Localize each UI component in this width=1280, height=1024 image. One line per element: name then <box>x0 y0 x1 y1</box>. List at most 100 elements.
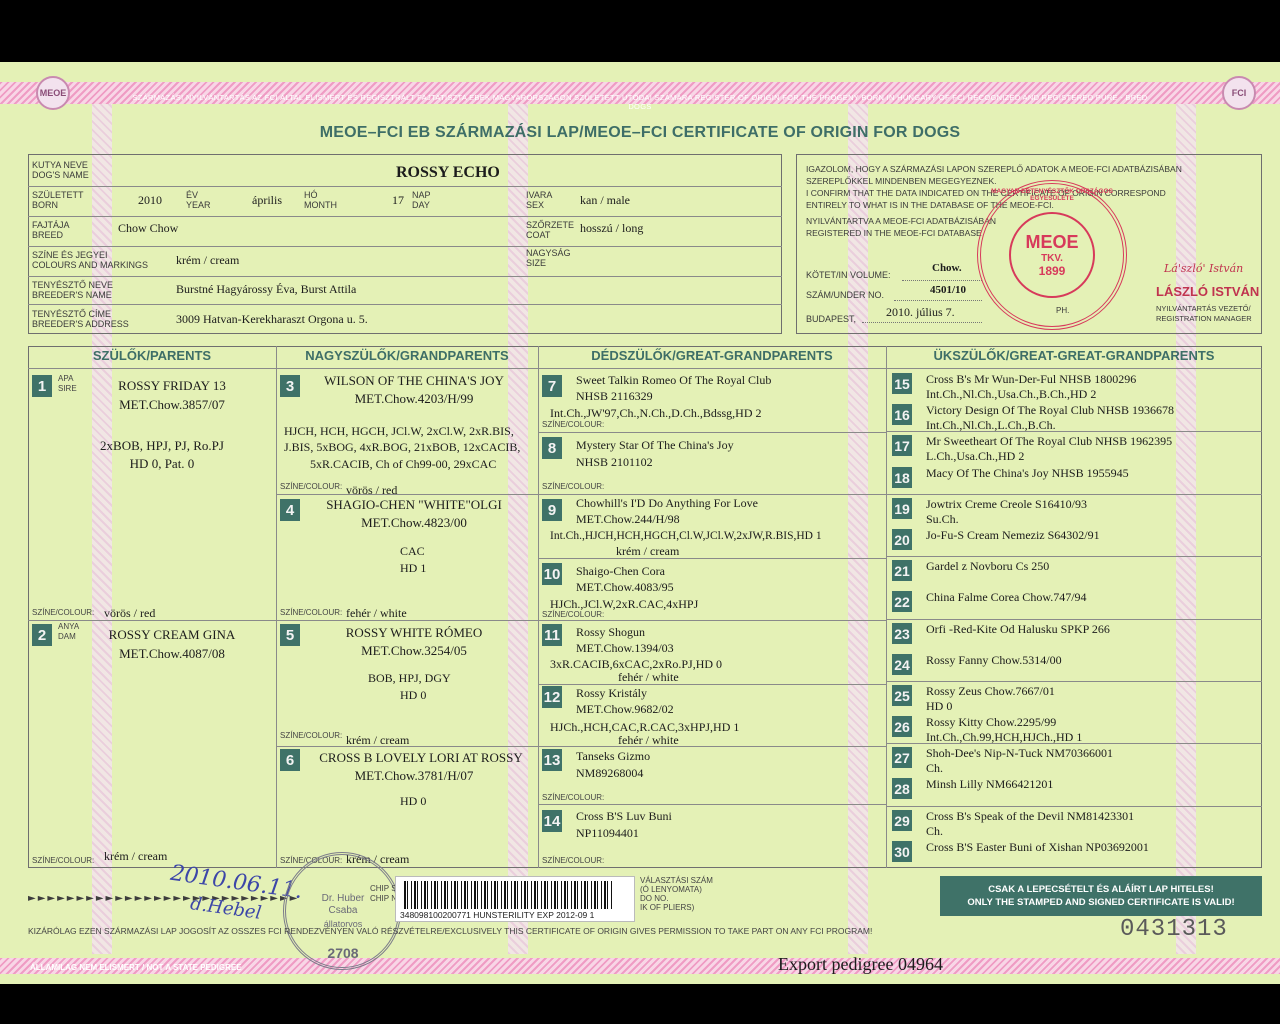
day-label: NAP DAY <box>412 190 431 210</box>
pedigree-number: 6 <box>280 749 300 771</box>
pedigree-number: 18 <box>892 467 912 488</box>
grandparent-colour: vörös / red <box>346 483 398 497</box>
pedigree-number: 1 <box>32 375 52 397</box>
great-great-grandparent-name: Minsh Lilly NM66421201 <box>926 777 1054 791</box>
grandparents-header: NAGYSZÜLŐK/GRANDPARENTS <box>305 348 509 363</box>
vet-name: Dr. Huber Csaba <box>321 893 365 916</box>
grandparent-titles: BOB, HPJ, DGY <box>368 671 451 685</box>
great-great-grandparent-name: Cross B's Speak of the Devil NM81423301 <box>926 809 1135 823</box>
pedigree-number: 20 <box>892 529 912 550</box>
dog-name: ROSSY ECHO <box>396 164 500 181</box>
size-label: NAGYSÁG SIZE <box>526 248 571 268</box>
great-great-grandparents-header: ÜKSZÜLŐK/GREAT-GREAT-GRANDPARENTS <box>933 348 1215 363</box>
registration-number: 4501/10 <box>930 284 967 296</box>
great-grandparent-registration: NHSB 2101102 <box>576 455 653 469</box>
great-grandparent-registration: MET.Chow.244/H/98 <box>576 512 680 526</box>
pedigree-number: 16 <box>892 404 912 425</box>
breeder-address: 3009 Hatvan-Kerekharaszt Orgona u. 5. <box>176 312 368 326</box>
row-divider <box>886 681 1262 682</box>
dam-colour: krém / cream <box>104 849 168 863</box>
great-grandparent-name: Rossy Shogun <box>576 625 646 639</box>
great-great-grandparent-titles: Ch. <box>926 824 944 838</box>
volume-value: Chow. <box>932 262 962 274</box>
great-grandparent-registration: MET.Chow.4083/95 <box>576 580 674 594</box>
name-label: KUTYA NEVE DOG'S NAME <box>32 160 89 180</box>
great-grandparent-registration: NM89268004 <box>576 766 644 780</box>
great-great-grandparent-name: Jowtrix Creme Creole S16410/93 <box>926 497 1087 511</box>
dog-colour: krém / cream <box>176 253 240 267</box>
great-great-grandparent-name: Orfi -Red-Kite Od Halusku SPKP 266 <box>926 622 1110 636</box>
fci-seal-icon: FCI <box>1222 76 1256 110</box>
colour-label: SZÍNE/COLOUR: <box>542 856 605 865</box>
colour-label: SZÍNE/COLOUR: <box>280 608 343 617</box>
pedigree-number: 21 <box>892 560 912 581</box>
born-label: SZÜLETETT BORN <box>32 190 84 210</box>
birth-day: 17 <box>392 193 404 207</box>
pedigree-number: 4 <box>280 499 300 521</box>
colour-label: SZÍNE/COLOUR: <box>542 793 605 802</box>
sire-registration: MET.Chow.3857/07 <box>119 397 225 412</box>
great-grandparent-name: Shaigo-Chen Cora <box>576 564 665 578</box>
colour-label: SZÍNE/COLOUR: <box>280 731 343 740</box>
state-notice: ÁLLAMILAG NEM ELISMERT / NOT A STATE PED… <box>30 963 242 972</box>
great-grandparent-titles: Int.Ch.,HJCH,HCH,HGCH,Cl.W,JCl.W,2xJW,R.… <box>550 530 822 542</box>
great-great-grandparent-name: Victory Design Of The Royal Club NHSB 19… <box>926 403 1175 417</box>
great-grandparent-name: Cross B'S Luv Buni <box>576 809 672 823</box>
pedigree-number: 27 <box>892 747 912 768</box>
dog-coat: hosszú / long <box>580 221 644 235</box>
great-great-grandparent-name: Rossy Kitty Chow.2295/99 <box>926 715 1057 729</box>
sire-titles: 2xBOB, HPJ, PJ, Ro.PJ <box>100 438 224 453</box>
pedigree-number: 11 <box>542 624 562 646</box>
pedigree-number: 8 <box>542 437 562 459</box>
pedigree-number: 13 <box>542 749 562 771</box>
great-grandparent-colour: fehér / white <box>618 733 679 747</box>
meoe-seal-text: MEOE <box>39 88 67 98</box>
great-grandparents-header: DÉDSZÜLŐK/GREAT-GRANDPARENTS <box>591 348 833 363</box>
signer-name: LÁSZLÓ ISTVÁN <box>1156 284 1260 299</box>
row-divider <box>886 431 1262 432</box>
chip-barcode: 348098100200771 HUNSTERILITY EXP 2012-09… <box>395 876 635 922</box>
register-band-text: SZÁRMAZÁSI NYILVÁNTARTÁS AZ FCI ÁLTAL EL… <box>132 93 1148 111</box>
great-grandparent-name: Chowhill's I'D Do Anything For Love <box>576 496 758 510</box>
pedigree-number: 29 <box>892 810 912 831</box>
dog-sex: kan / male <box>580 193 630 207</box>
great-grandparent-colour: krém / cream <box>616 544 680 558</box>
sire-health: HD 0, Pat. 0 <box>129 456 195 471</box>
pedigree-number: 15 <box>892 373 912 394</box>
great-grandparent-name: Rossy Kristály <box>576 686 648 700</box>
pedigree-number: 22 <box>892 591 912 612</box>
volume-label: KÖTET/IN VOLUME: <box>806 270 891 280</box>
grandparent-name: CROSS B LOVELY LORI AT ROSSY <box>319 750 523 765</box>
stamp-tkv: TKV. <box>1041 253 1063 264</box>
pedigree-number: 10 <box>542 563 562 585</box>
pedigree-number: 12 <box>542 686 562 708</box>
city-label: BUDAPEST, <box>806 314 857 324</box>
great-grandparent-name: Mystery Star Of The China's Joy <box>576 438 734 452</box>
pedigree-number: 28 <box>892 778 912 799</box>
great-grandparent-titles: Int.Ch.,JW'97,Ch.,N.Ch.,D.Ch.,Bdssg,HD 2 <box>550 406 762 420</box>
pedigree-number: 26 <box>892 716 912 737</box>
great-great-grandparent-name: Cross B'S Easter Buni of Xishan NP036920… <box>926 840 1149 854</box>
parents-header: SZÜLŐK/PARENTS <box>92 348 212 363</box>
great-great-grandparent-titles: HD 0 <box>926 699 953 713</box>
great-grandparent-registration: MET.Chow.1394/03 <box>576 641 674 655</box>
grandparent-health: HD 1 <box>400 561 427 575</box>
great-great-grandparent-titles: Su.Ch. <box>926 512 959 526</box>
row-divider <box>886 806 1262 807</box>
birth-year: 2010 <box>138 193 162 207</box>
grandparent-registration: MET.Chow.3254/05 <box>361 643 467 658</box>
great-grandparent-registration: MET.Chow.9682/02 <box>576 702 674 716</box>
barcode-bars <box>404 881 612 909</box>
stamp-ring-text: MAGYAR EBTENYÉSZTŐK ORSZÁGOS EGYESÜLETE <box>991 188 1113 202</box>
pedigree-number: 7 <box>542 375 562 397</box>
coat-label: SZŐRZETE COAT <box>526 220 575 240</box>
pedigree-number: 14 <box>542 810 562 832</box>
great-grandparent-registration: NHSB 2116329 <box>576 389 653 403</box>
signer-title: NYILVÁNTARTÁS VEZETŐ/REGISTRATION MANAGE… <box>1156 304 1252 323</box>
great-great-grandparent-name: Mr Sweetheart Of The Royal Club NHSB 196… <box>926 434 1173 448</box>
pedigree-number: 2 <box>32 624 52 646</box>
manager-signature: Lá'szló' István <box>1164 262 1244 275</box>
colour-label: SZÍNE/COLOUR: <box>542 610 605 619</box>
great-great-grandparent-titles: Int.Ch.,Nl.Ch.,Usa.Ch.,B.Ch.,HD 2 <box>926 387 1097 401</box>
great-grandparent-registration: NP11094401 <box>576 826 639 840</box>
